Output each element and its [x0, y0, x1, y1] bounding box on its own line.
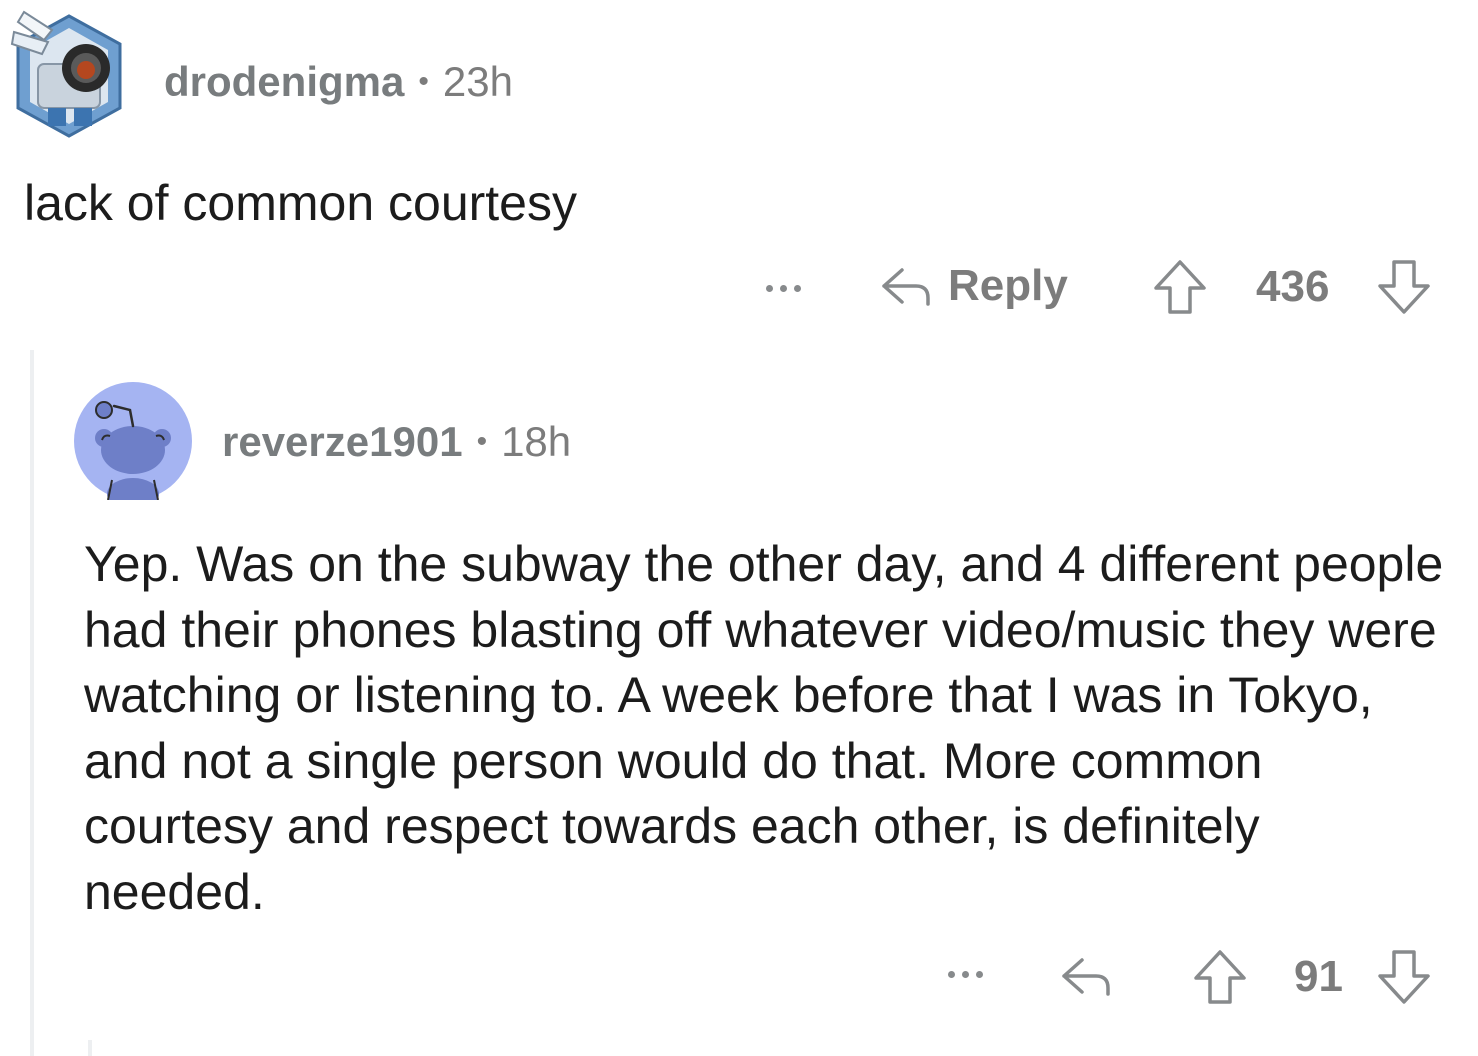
username[interactable]: drodenigma: [164, 58, 404, 106]
upvote-arrow-icon: [1194, 950, 1246, 1004]
user-avatar[interactable]: [8, 8, 130, 140]
upvote-button[interactable]: [1152, 258, 1208, 316]
more-dot: [948, 970, 955, 978]
more-dot: [794, 284, 801, 292]
downvote-button[interactable]: [1376, 258, 1432, 316]
vote-score: 436: [1256, 262, 1330, 311]
thread-line[interactable]: [88, 1040, 92, 1056]
more-options-button[interactable]: [762, 268, 805, 308]
comment-meta: reverze1901 • 18h: [222, 414, 571, 470]
thread-line[interactable]: [30, 350, 34, 1056]
meta-separator: •: [476, 425, 488, 458]
reply-label: Reply: [948, 261, 1068, 310]
robot-avatar-icon: [10, 10, 122, 138]
downvote-button[interactable]: [1376, 948, 1432, 1006]
username[interactable]: reverze1901: [222, 418, 463, 466]
more-dot: [962, 970, 969, 978]
upvote-button[interactable]: [1192, 948, 1248, 1006]
comment-meta: drodenigma • 23h: [164, 54, 513, 110]
reply-button[interactable]: [1058, 948, 1114, 1004]
downvote-arrow-icon: [1378, 950, 1430, 1004]
meta-separator: •: [418, 65, 429, 98]
downvote-arrow-icon: [1378, 260, 1430, 314]
more-dot: [780, 284, 787, 292]
upvote-arrow-icon: [1154, 260, 1206, 314]
user-avatar[interactable]: [74, 382, 192, 510]
more-options-button[interactable]: [944, 954, 987, 994]
more-dot: [976, 970, 983, 978]
vote-score: 91: [1294, 952, 1343, 1001]
comment-age: 18h: [501, 418, 572, 465]
default-snoo-avatar-icon: [74, 382, 192, 510]
reply-icon: [1062, 958, 1110, 996]
reply-icon: [882, 268, 930, 306]
comment-body: lack of common courtesy: [24, 175, 577, 231]
reply-button[interactable]: Reply: [878, 258, 1068, 314]
comment-body: Yep. Was on the subway the other day, an…: [84, 536, 1444, 920]
comment-age: 23h: [442, 58, 513, 105]
more-dot: [766, 284, 773, 292]
